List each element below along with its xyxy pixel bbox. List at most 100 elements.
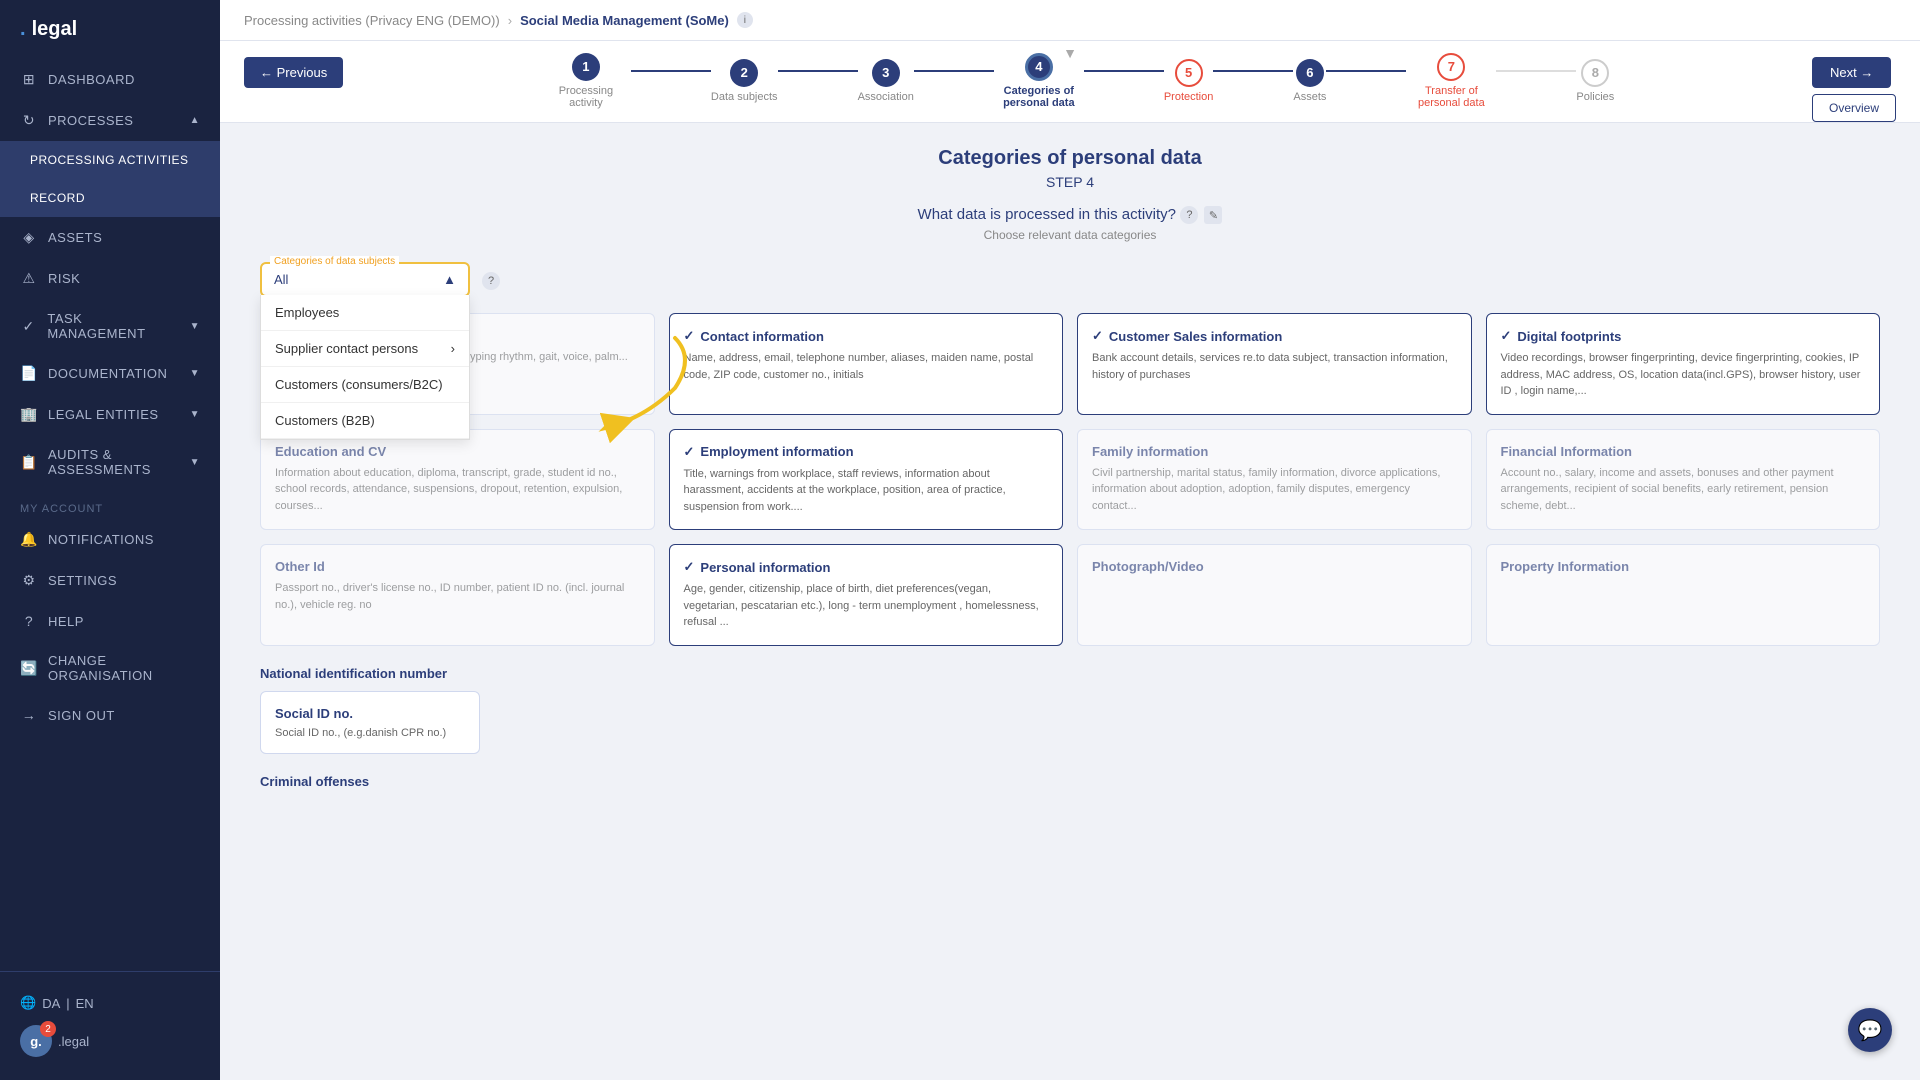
sidebar-item-settings[interactable]: ⚙ SETTINGS xyxy=(0,560,220,601)
filter-option-supplier[interactable]: Supplier contact persons › xyxy=(261,331,469,367)
sidebar-item-risk[interactable]: ⚠ RISK xyxy=(0,258,220,299)
question-icons: ? ✎ xyxy=(1180,206,1222,224)
category-card-personal[interactable]: ✓ Personal information Age, gender, citi… xyxy=(669,544,1064,646)
step-circle-3: 3 xyxy=(872,59,900,87)
card-title: ✓ Employment information xyxy=(684,444,1049,460)
sidebar-item-help[interactable]: ? HELP xyxy=(0,601,220,641)
chevron-down-icon: ▼ xyxy=(190,368,200,379)
step-8[interactable]: 8 Policies xyxy=(1576,59,1614,103)
filter-select-button[interactable]: All ▲ xyxy=(262,264,468,295)
lang-separator: | xyxy=(66,996,69,1011)
step-circle-6: 6 xyxy=(1296,59,1324,87)
task-icon: ✓ xyxy=(20,318,37,335)
filter-dropdown-wrapper: Categories of data subjects All ▲ Employ… xyxy=(260,262,470,297)
sidebar-item-legal-entities[interactable]: 🏢 LEGAL ENTITIES ▼ xyxy=(0,394,220,435)
step-6[interactable]: 6 Assets xyxy=(1293,59,1326,103)
lang-en[interactable]: EN xyxy=(76,996,94,1011)
category-card-financial[interactable]: Financial Information Account no., salar… xyxy=(1486,429,1881,531)
card-title: Property Information xyxy=(1501,559,1866,574)
filter-label: Categories of data subjects xyxy=(270,256,399,267)
filter-option-employees[interactable]: Employees xyxy=(261,295,469,331)
language-row: 🌐 DA | EN xyxy=(20,988,200,1018)
help-icon[interactable]: ? xyxy=(1180,206,1198,224)
sidebar-footer: 🌐 DA | EN g. 2 .legal xyxy=(0,971,220,1080)
checkmark-icon: ✓ xyxy=(1092,328,1103,344)
sidebar-item-task-management[interactable]: ✓ TASK MANAGEMENT ▼ xyxy=(0,299,220,353)
social-id-desc: Social ID no., (e.g.danish CPR no.) xyxy=(275,727,465,739)
checkmark-icon: ✓ xyxy=(684,559,695,575)
card-title: Family information xyxy=(1092,444,1457,459)
help-icon: ? xyxy=(20,613,38,629)
sidebar-item-audits[interactable]: 📋 AUDITS & ASSESSMENTS ▼ xyxy=(0,435,220,489)
step-nav-inner: 1 Processing activity 2 Data subjects 3 … xyxy=(359,53,1796,121)
sidebar-sub-label: RECORD xyxy=(30,191,85,205)
sidebar-item-record[interactable]: RECORD xyxy=(0,179,220,217)
filter-option-customers-b2c[interactable]: Customers (consumers/B2C) xyxy=(261,367,469,403)
sidebar-item-notifications[interactable]: 🔔 NOTIFICATIONS xyxy=(0,519,220,560)
sidebar-item-processes[interactable]: ↻ PROCESSES ▲ xyxy=(0,100,220,141)
step-label-4: Categories of personal data xyxy=(994,85,1084,109)
card-title: ✓ Personal information xyxy=(684,559,1049,575)
sidebar-item-documentation[interactable]: 📄 DOCUMENTATION ▼ xyxy=(0,353,220,394)
card-desc: Civil partnership, marital status, famil… xyxy=(1092,465,1457,515)
step-circle-5: 5 xyxy=(1175,59,1203,87)
sidebar-item-label: SETTINGS xyxy=(48,573,117,588)
breadcrumb-current: Social Media Management (SoMe) xyxy=(520,13,729,28)
sidebar-item-label: AUDITS & ASSESSMENTS xyxy=(48,447,180,477)
step-4[interactable]: 4 Categories of personal data xyxy=(994,53,1084,109)
step-2[interactable]: 2 Data subjects xyxy=(711,59,778,103)
sidebar-item-label: DOCUMENTATION xyxy=(48,366,167,381)
edit-icon[interactable]: ✎ xyxy=(1204,206,1222,224)
lang-da[interactable]: DA xyxy=(42,996,60,1011)
page-hint: Choose relevant data categories xyxy=(260,228,1880,242)
category-card-education[interactable]: Education and CV Information about educa… xyxy=(260,429,655,531)
sidebar-item-label: NOTIFICATIONS xyxy=(48,532,154,547)
filter-option-customers-b2b[interactable]: Customers (B2B) xyxy=(261,403,469,439)
categories-grid: Basic information Configuring address, p… xyxy=(260,313,1880,646)
social-id-card[interactable]: Social ID no. Social ID no., (e.g.danish… xyxy=(260,691,480,754)
chat-button[interactable]: 💬 xyxy=(1848,1008,1892,1052)
step-1[interactable]: 1 Processing activity xyxy=(541,53,631,109)
step-3[interactable]: 3 Association xyxy=(858,59,914,103)
category-card-employment[interactable]: ✓ Employment information Title, warnings… xyxy=(669,429,1064,531)
breadcrumb-parent[interactable]: Processing activities (Privacy ENG (DEMO… xyxy=(244,13,500,28)
step-7[interactable]: 7 Transfer of personal data xyxy=(1406,53,1496,109)
sidebar-item-processing-activities[interactable]: PROCESSING ACTIVITIES xyxy=(0,141,220,179)
category-card-family[interactable]: Family information Civil partnership, ma… xyxy=(1077,429,1472,531)
filter-row: Categories of data subjects All ▲ Employ… xyxy=(260,262,1880,297)
change-org-icon: 🔄 xyxy=(20,660,38,677)
step-circle-8: 8 xyxy=(1581,59,1609,87)
globe-icon: 🌐 xyxy=(20,995,36,1011)
sidebar-item-change-org[interactable]: 🔄 CHANGE ORGANISATION xyxy=(0,641,220,695)
sidebar-item-sign-out[interactable]: → SIGN OUT xyxy=(0,695,220,735)
category-card-contact-info[interactable]: ✓ Contact information Name, address, ema… xyxy=(669,313,1064,415)
chevron-down-icon: ▼ xyxy=(190,409,200,420)
step-5[interactable]: 5 Protection xyxy=(1164,59,1214,103)
category-card-photograph[interactable]: Photograph/Video xyxy=(1077,544,1472,646)
category-card-property-info[interactable]: Property Information xyxy=(1486,544,1881,646)
notifications-icon: 🔔 xyxy=(20,531,38,548)
social-id-title: Social ID no. xyxy=(275,706,465,721)
overview-button[interactable]: Overview xyxy=(1812,94,1896,122)
checkmark-icon: ✓ xyxy=(684,444,695,460)
national-id-cards: Social ID no. Social ID no., (e.g.danish… xyxy=(260,691,1880,754)
filter-help-icon[interactable]: ? xyxy=(482,272,500,290)
nav-right: Next → Overview xyxy=(1796,51,1896,122)
info-icon[interactable]: i xyxy=(737,12,753,28)
sidebar-nav: ⊞ DASHBOARD ↻ PROCESSES ▲ PROCESSING ACT… xyxy=(0,59,220,971)
category-card-digital-footprints[interactable]: ✓ Digital footprints Video recordings, b… xyxy=(1486,313,1881,415)
next-button[interactable]: Next → xyxy=(1812,57,1891,88)
category-card-customer-sales[interactable]: ✓ Customer Sales information Bank accoun… xyxy=(1077,313,1472,415)
previous-button[interactable]: ← Previous xyxy=(244,57,343,88)
sidebar-item-dashboard[interactable]: ⊞ DASHBOARD xyxy=(0,59,220,100)
sidebar: .legal ⊞ DASHBOARD ↻ PROCESSES ▲ PROCESS… xyxy=(0,0,220,1080)
category-card-other-id[interactable]: Other Id Passport no., driver's license … xyxy=(260,544,655,646)
dashboard-icon: ⊞ xyxy=(20,71,38,88)
logo-text: legal xyxy=(32,18,78,41)
chevron-up-icon: ▲ xyxy=(443,272,456,287)
step-label-8: Policies xyxy=(1576,91,1614,103)
step-line-6-7 xyxy=(1326,70,1406,72)
processes-icon: ↻ xyxy=(20,112,38,129)
card-title: ✓ Customer Sales information xyxy=(1092,328,1457,344)
sidebar-item-assets[interactable]: ◈ ASSETS xyxy=(0,217,220,258)
